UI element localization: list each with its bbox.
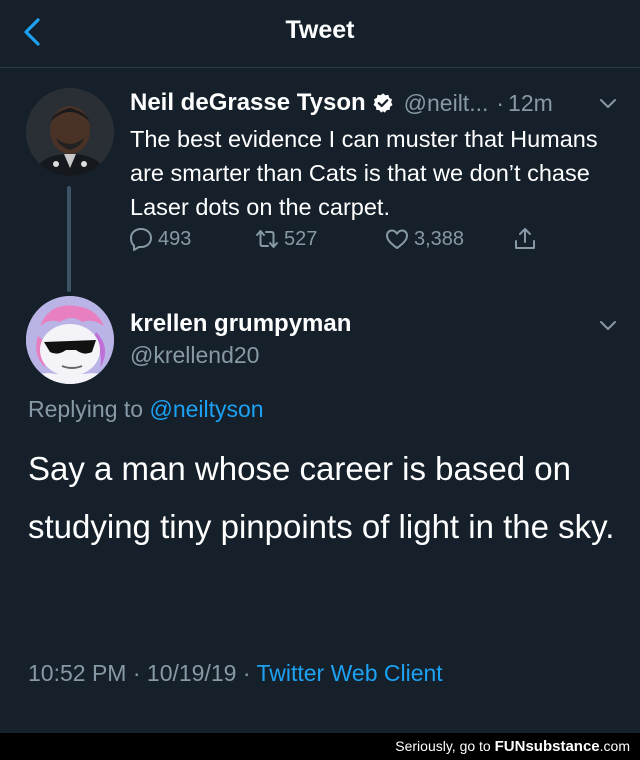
replying-to-label: Replying to (28, 396, 144, 422)
tweet-header: Neil deGrasse Tyson @neilt... · 12m (130, 86, 620, 120)
watermark-bar: Seriously, go to FUNsubstance.com (0, 733, 640, 760)
avatar-portrait-icon (26, 88, 114, 176)
verified-badge-icon (373, 93, 393, 113)
avatar-krellen-grumpyman[interactable] (26, 296, 114, 384)
watermark-suffix: .com (599, 738, 630, 754)
tweet-text: The best evidence I can muster that Huma… (130, 126, 598, 220)
meta-separator: · (132, 660, 141, 686)
heart-icon (386, 229, 408, 249)
reply-tweet-text: Say a man whose career is based on study… (28, 450, 615, 545)
chevron-down-icon[interactable] (598, 94, 618, 114)
meta-separator: · (242, 660, 251, 686)
tweet-meta: 10:52 PM · 10/19/19 · Twitter Web Client (28, 660, 443, 687)
dot-separator: · (496, 89, 505, 116)
retweet-count: 527 (284, 227, 318, 250)
chevron-down-icon[interactable] (598, 316, 618, 336)
watermark-prefix: Seriously, go to (395, 738, 491, 754)
watermark-text: Seriously, go to FUNsubstance.com (395, 738, 630, 755)
replying-to-line: Replying to @neiltyson (28, 396, 264, 423)
like-button[interactable]: 3,388 (384, 226, 464, 252)
top-bar: Tweet (0, 0, 640, 68)
author-handle[interactable]: @neilt... (404, 90, 489, 117)
replying-to-mention-link[interactable]: @neiltyson (149, 396, 263, 422)
original-tweet[interactable]: Neil deGrasse Tyson @neilt... · 12m The … (130, 86, 620, 224)
share-icon (515, 228, 535, 249)
watermark-brand: FUNsubstance (494, 738, 600, 755)
tweet-time: 10:52 PM (28, 660, 127, 686)
pony-avatar-icon (26, 296, 114, 384)
tweet-date: 10/19/19 (146, 660, 237, 686)
client-link[interactable]: Twitter Web Client (256, 660, 442, 686)
page-title: Tweet (285, 16, 355, 44)
thread-connector-line (67, 186, 71, 292)
retweet-button[interactable]: 527 (254, 226, 317, 252)
reply-count: 493 (158, 227, 192, 250)
share-button[interactable] (512, 226, 542, 252)
reply-icon (130, 228, 152, 251)
author-name[interactable]: Neil deGrasse Tyson (130, 89, 366, 117)
avatar-neil-degrasse-tyson[interactable] (26, 88, 114, 176)
reply-author-handle[interactable]: @krellend20 (130, 342, 259, 369)
like-count: 3,388 (414, 227, 465, 250)
reply-author-name[interactable]: krellen grumpyman (130, 310, 351, 338)
tweet-timestamp[interactable]: 12m (508, 90, 553, 117)
retweet-icon (256, 230, 278, 248)
reply-button[interactable]: 493 (128, 226, 191, 252)
tweet-actions: 493 527 3,388 (128, 226, 548, 260)
